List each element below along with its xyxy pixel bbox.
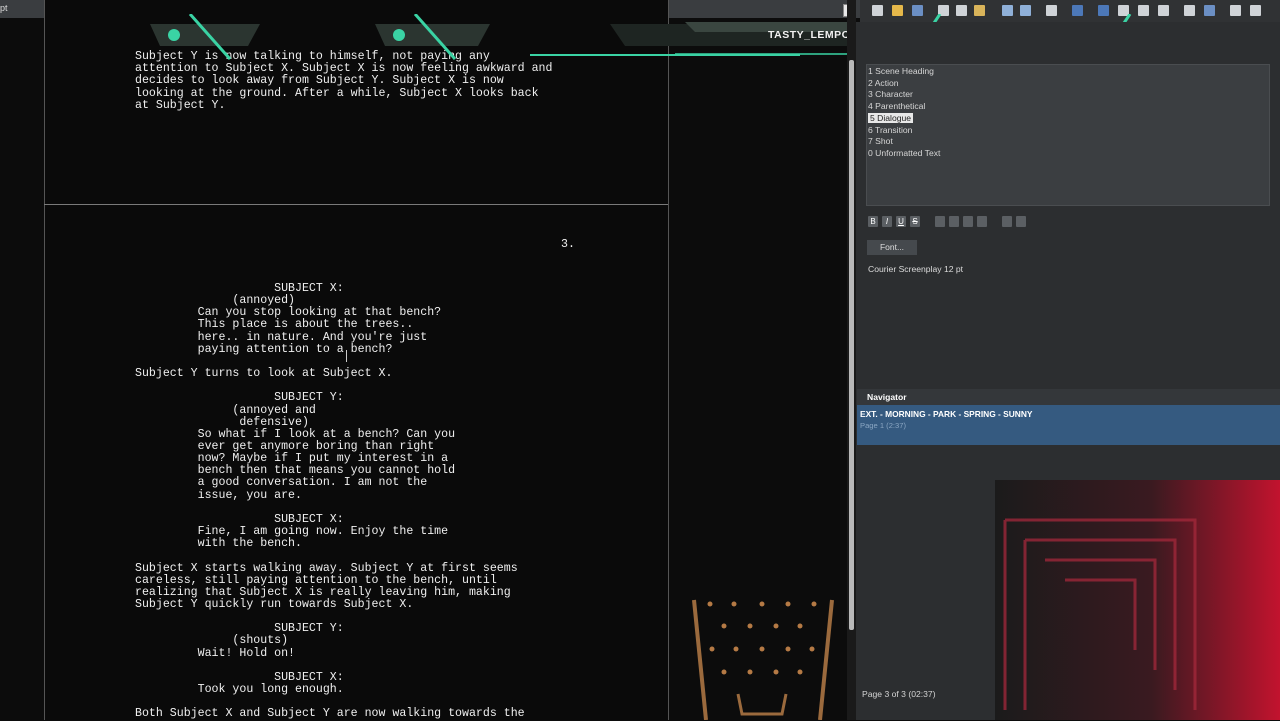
font-description: Courier Screenplay 12 pt [868,264,964,274]
element-item[interactable]: 6 Transition [868,125,912,135]
plinko-board-graphic [692,599,834,720]
element-item[interactable]: 2 Action [868,78,899,88]
vertical-scrollbar[interactable] [847,0,856,720]
script-line: looking at the ground. After a while, Su… [135,86,539,100]
tab-fragment[interactable]: pt [0,3,8,13]
script-line: Subject Y turns to look at Subject X. [135,367,393,381]
align-justify-icon[interactable] [977,216,987,227]
underline-button[interactable]: U [896,216,906,227]
strikethrough-button[interactable]: S [910,216,920,227]
element-list[interactable] [866,64,1270,206]
script-line: Subject Y quickly run towards Subject X. [135,598,414,611]
page-count-status: Page 3 of 3 (02:37) [862,689,936,699]
script-line: with the bench. [135,537,302,551]
element-item[interactable]: 4 Parenthetical [868,101,925,111]
page-number: 3. [561,238,575,251]
script-line: decides to look away from Subject Y. Sub… [135,74,504,88]
script-line: Subject X starts walking away. Subject Y… [135,561,518,575]
script-line: at Subject Y. [135,98,226,112]
font-button[interactable]: Font... [867,240,917,255]
status-bar [857,680,995,720]
align-center-icon[interactable] [949,216,959,227]
script-line: (annoyed and [135,403,316,417]
element-item[interactable]: 3 Character [868,89,913,99]
script-line: (shouts) [135,634,289,648]
element-item[interactable]: 7 Shot [868,136,893,146]
script-line: SUBJECT Y: [135,391,344,405]
script-line: here.. in nature. And you're just [135,330,428,344]
align-right-icon[interactable] [963,216,973,227]
font-size-icon[interactable] [1002,216,1012,227]
tools-icon[interactable] [1230,5,1241,16]
navigator-header: Navigator [857,389,1280,405]
scene-title: EXT. - MORNING - PARK - SPRING - SUNNY [860,409,1033,419]
edit-icon[interactable] [1250,5,1261,16]
script-line: Took you long enough. [135,683,344,697]
element-item[interactable]: 5 Dialogue [868,112,914,123]
element-item[interactable]: 0 Unformatted Text [868,148,940,158]
script-line: issue, you are. [135,488,302,502]
page-break [44,204,668,205]
bold-button[interactable]: B [868,216,878,227]
element-item[interactable]: 1 Scene Heading [868,66,934,76]
script-line: a good conversation. I am not the [135,476,428,490]
script-line: This place is about the trees.. [135,318,414,332]
script-line [135,550,525,562]
script-line: Wait! Hold on! [135,646,296,660]
webcam-overlay [995,480,1280,720]
script-body[interactable]: SUBJECT X: (annoyed) Can you stop lookin… [135,282,525,721]
scene-page-info: Page 1 (2:37) [860,421,907,430]
script-line: Both Subject X and Subject Y are now wal… [135,707,525,721]
italic-button[interactable]: I [882,216,892,227]
script-line: paying attention to a bench? [135,342,393,356]
spacing-icon[interactable] [1016,216,1026,227]
text-cursor [346,350,347,362]
align-left-icon[interactable] [935,216,945,227]
scrollbar-thumb[interactable] [849,60,854,630]
